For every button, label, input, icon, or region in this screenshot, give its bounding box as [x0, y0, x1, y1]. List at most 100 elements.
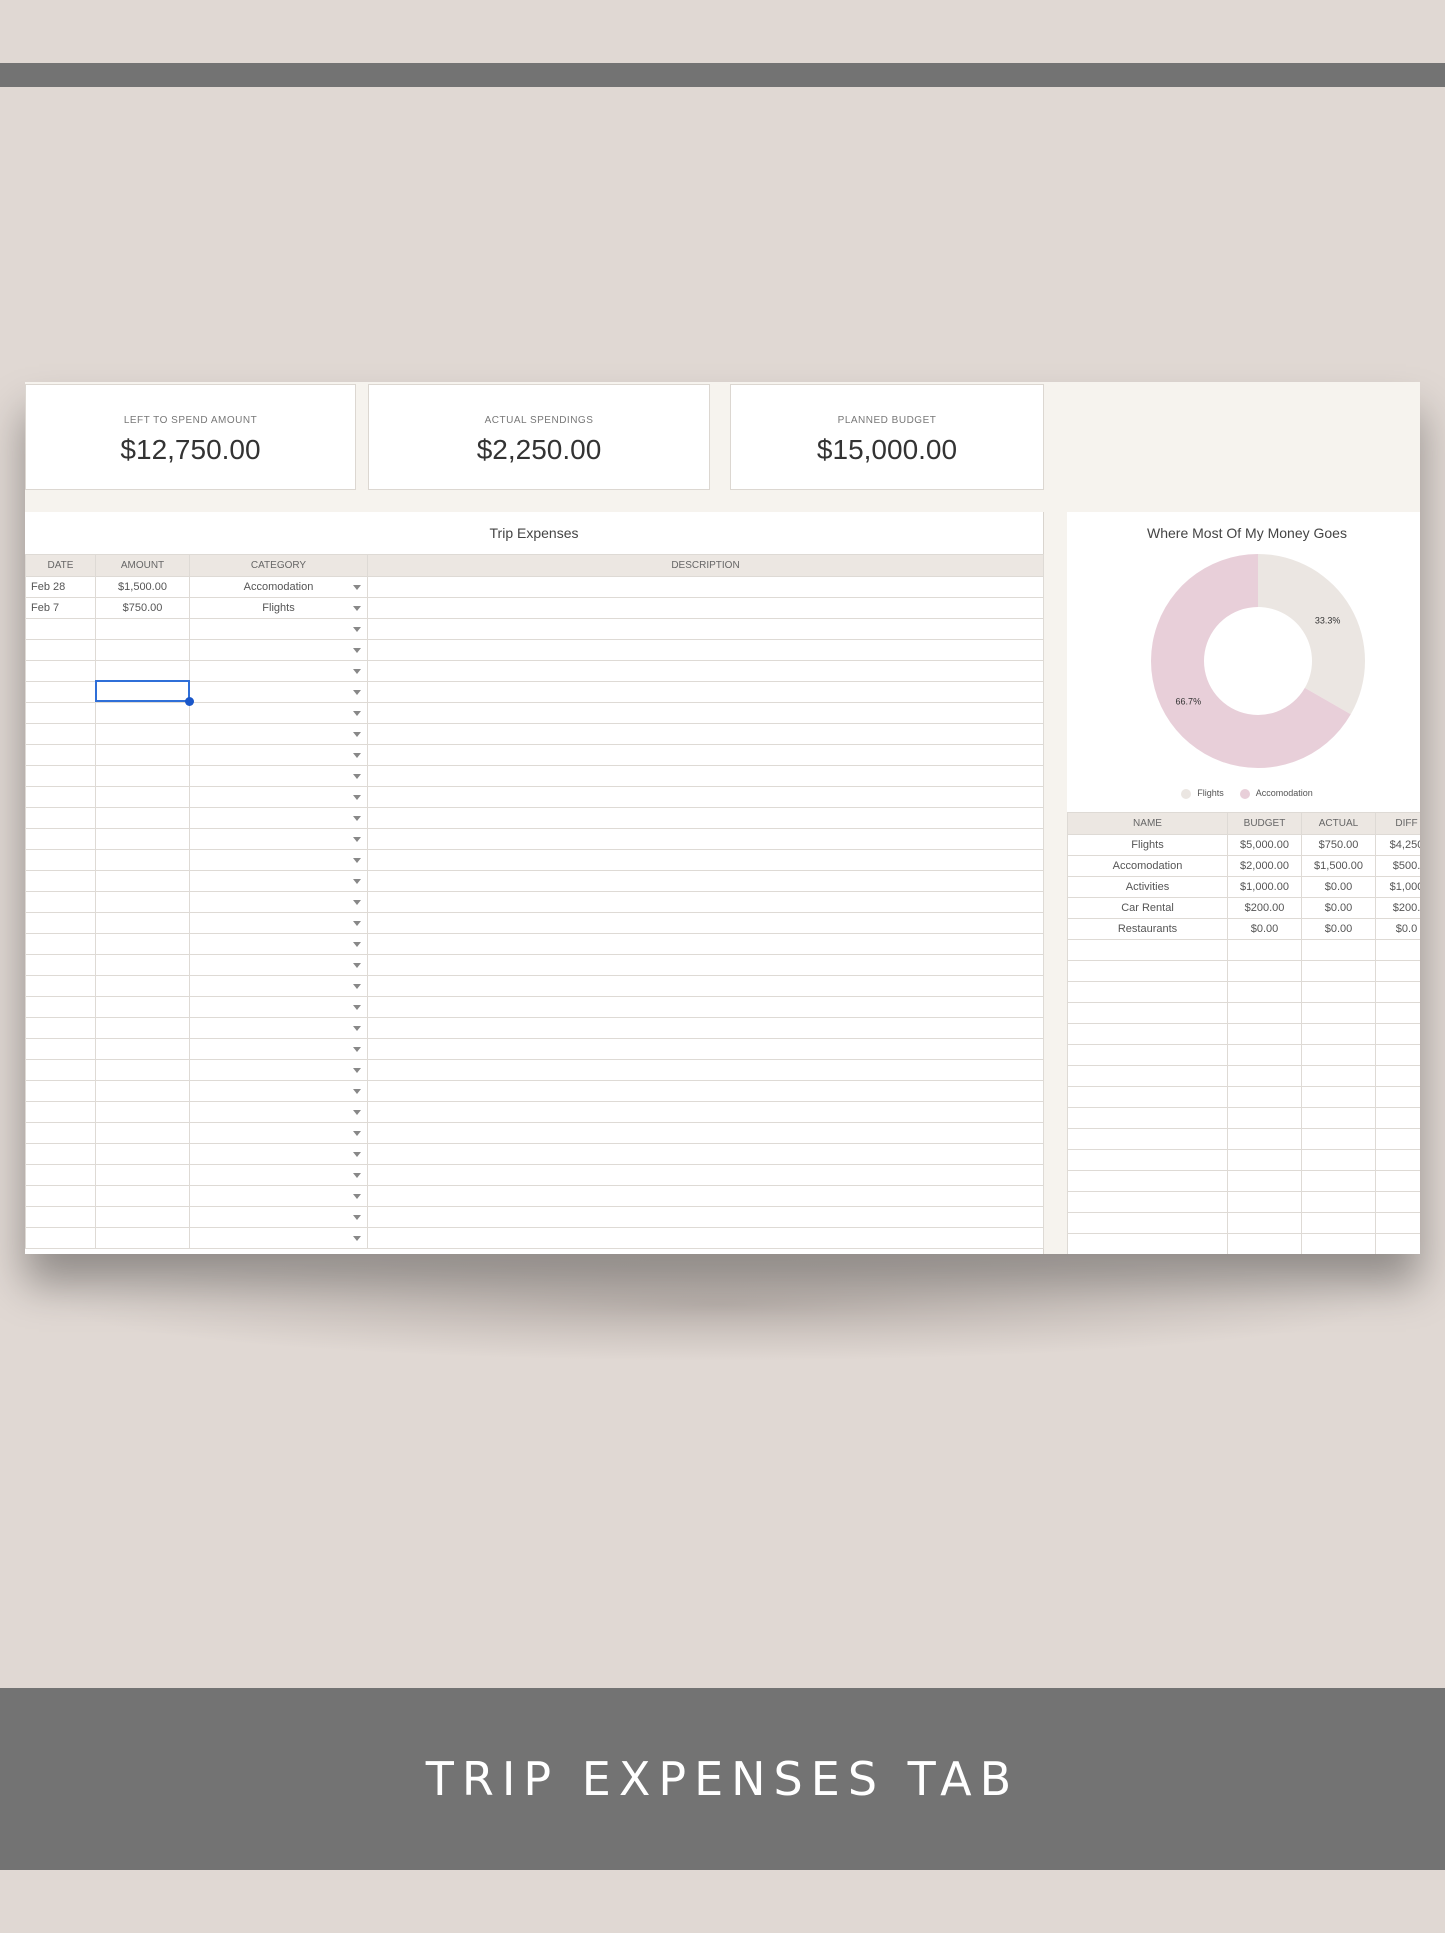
- summary-actual-cell[interactable]: [1301, 981, 1376, 1003]
- category-cell[interactable]: [189, 933, 368, 955]
- summary-name-cell[interactable]: Flights: [1067, 834, 1228, 856]
- description-cell[interactable]: [367, 786, 1044, 808]
- fill-handle[interactable]: [185, 697, 194, 706]
- date-cell[interactable]: [25, 765, 96, 787]
- summary-budget-cell[interactable]: [1227, 1002, 1302, 1024]
- summary-actual-cell[interactable]: $0.00: [1301, 897, 1376, 919]
- date-cell[interactable]: [25, 996, 96, 1018]
- category-cell[interactable]: [189, 870, 368, 892]
- summary-name-cell[interactable]: Car Rental: [1067, 897, 1228, 919]
- summary-budget-cell[interactable]: [1227, 1233, 1302, 1254]
- summary-name-cell[interactable]: [1067, 1212, 1228, 1234]
- summary-actual-cell[interactable]: [1301, 1002, 1376, 1024]
- category-cell[interactable]: Flights: [189, 597, 368, 619]
- summary-diff-cell[interactable]: [1375, 1149, 1420, 1171]
- summary-actual-cell[interactable]: [1301, 1233, 1376, 1254]
- category-cell[interactable]: [189, 1164, 368, 1186]
- summary-actual-cell[interactable]: [1301, 1212, 1376, 1234]
- category-cell[interactable]: [189, 723, 368, 745]
- dropdown-arrow-icon[interactable]: [353, 795, 361, 800]
- category-cell[interactable]: [189, 744, 368, 766]
- dropdown-arrow-icon[interactable]: [353, 879, 361, 884]
- category-cell[interactable]: [189, 1185, 368, 1207]
- summary-name-cell[interactable]: [1067, 939, 1228, 961]
- summary-budget-cell[interactable]: $2,000.00: [1227, 855, 1302, 877]
- summary-budget-cell[interactable]: [1227, 1065, 1302, 1087]
- summary-diff-cell[interactable]: [1375, 1128, 1420, 1150]
- amount-cell[interactable]: [95, 1227, 190, 1249]
- amount-cell[interactable]: [95, 702, 190, 724]
- category-cell[interactable]: [189, 828, 368, 850]
- description-cell[interactable]: [367, 1164, 1044, 1186]
- amount-cell[interactable]: $1,500.00: [95, 576, 190, 598]
- summary-actual-cell[interactable]: [1301, 1149, 1376, 1171]
- dropdown-arrow-icon[interactable]: [353, 711, 361, 716]
- summary-budget-cell[interactable]: [1227, 1191, 1302, 1213]
- summary-budget-cell[interactable]: [1227, 939, 1302, 961]
- category-cell[interactable]: [189, 807, 368, 829]
- dropdown-arrow-icon[interactable]: [353, 1026, 361, 1031]
- dropdown-arrow-icon[interactable]: [353, 774, 361, 779]
- description-cell[interactable]: [367, 912, 1044, 934]
- description-cell[interactable]: [367, 1038, 1044, 1060]
- amount-cell[interactable]: [95, 933, 190, 955]
- date-cell[interactable]: [25, 954, 96, 976]
- amount-cell[interactable]: [95, 1206, 190, 1228]
- date-cell[interactable]: [25, 849, 96, 871]
- summary-budget-cell[interactable]: [1227, 1023, 1302, 1045]
- description-cell[interactable]: [367, 1143, 1044, 1165]
- summary-budget-cell[interactable]: [1227, 1128, 1302, 1150]
- summary-budget-cell[interactable]: $200.00: [1227, 897, 1302, 919]
- date-cell[interactable]: [25, 1038, 96, 1060]
- date-cell[interactable]: [25, 1227, 96, 1249]
- summary-actual-cell[interactable]: [1301, 1086, 1376, 1108]
- date-cell[interactable]: [25, 702, 96, 724]
- dropdown-arrow-icon[interactable]: [353, 921, 361, 926]
- description-cell[interactable]: [367, 1185, 1044, 1207]
- date-cell[interactable]: [25, 1080, 96, 1102]
- dropdown-arrow-icon[interactable]: [353, 1173, 361, 1178]
- summary-diff-cell[interactable]: [1375, 1191, 1420, 1213]
- summary-name-cell[interactable]: [1067, 960, 1228, 982]
- summary-diff-cell[interactable]: [1375, 981, 1420, 1003]
- summary-name-cell[interactable]: [1067, 1191, 1228, 1213]
- description-cell[interactable]: [367, 681, 1044, 703]
- summary-diff-cell[interactable]: [1375, 1212, 1420, 1234]
- description-cell[interactable]: [367, 1017, 1044, 1039]
- date-cell[interactable]: [25, 1164, 96, 1186]
- summary-name-cell[interactable]: [1067, 1149, 1228, 1171]
- description-cell[interactable]: [367, 870, 1044, 892]
- category-cell[interactable]: [189, 1080, 368, 1102]
- dropdown-arrow-icon[interactable]: [353, 942, 361, 947]
- category-cell[interactable]: [189, 996, 368, 1018]
- summary-actual-cell[interactable]: [1301, 1107, 1376, 1129]
- description-cell[interactable]: [367, 576, 1044, 598]
- amount-cell[interactable]: [95, 975, 190, 997]
- date-cell[interactable]: [25, 1206, 96, 1228]
- category-cell[interactable]: [189, 765, 368, 787]
- dropdown-arrow-icon[interactable]: [353, 627, 361, 632]
- summary-budget-cell[interactable]: $0.00: [1227, 918, 1302, 940]
- description-cell[interactable]: [367, 975, 1044, 997]
- date-cell[interactable]: [25, 975, 96, 997]
- summary-actual-cell[interactable]: $0.00: [1301, 876, 1376, 898]
- category-cell[interactable]: [189, 618, 368, 640]
- date-cell[interactable]: [25, 1143, 96, 1165]
- description-cell[interactable]: [367, 723, 1044, 745]
- amount-cell[interactable]: [95, 996, 190, 1018]
- dropdown-arrow-icon[interactable]: [353, 648, 361, 653]
- amount-cell[interactable]: [95, 828, 190, 850]
- summary-diff-cell[interactable]: $4,250: [1375, 834, 1420, 856]
- dropdown-arrow-icon[interactable]: [353, 900, 361, 905]
- summary-diff-cell[interactable]: [1375, 1044, 1420, 1066]
- summary-diff-cell[interactable]: [1375, 1002, 1420, 1024]
- dropdown-arrow-icon[interactable]: [353, 984, 361, 989]
- summary-budget-cell[interactable]: [1227, 1107, 1302, 1129]
- amount-cell[interactable]: [95, 1122, 190, 1144]
- summary-budget-cell[interactable]: $1,000.00: [1227, 876, 1302, 898]
- dropdown-arrow-icon[interactable]: [353, 816, 361, 821]
- category-cell[interactable]: [189, 660, 368, 682]
- summary-name-cell[interactable]: [1067, 1128, 1228, 1150]
- summary-actual-cell[interactable]: $750.00: [1301, 834, 1376, 856]
- summary-diff-cell[interactable]: [1375, 1065, 1420, 1087]
